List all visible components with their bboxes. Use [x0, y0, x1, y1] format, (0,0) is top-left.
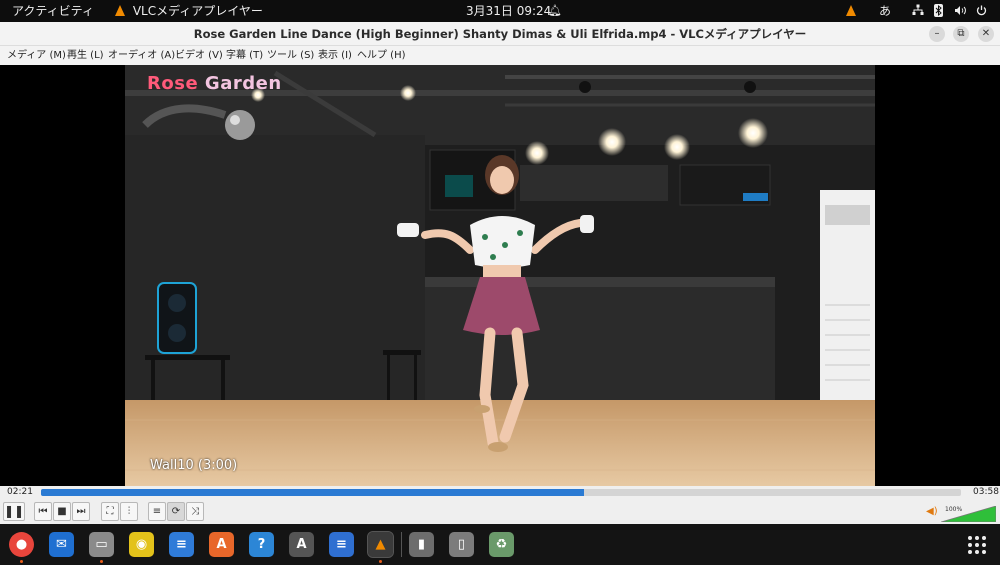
- menu-tools[interactable]: ツール (S): [267, 46, 314, 65]
- input-method-indicator[interactable]: あ: [879, 0, 891, 22]
- chrome-icon[interactable]: ●: [9, 532, 34, 557]
- dock: ● ✉ ▭ ◉ ≡ A? A ≡ ▲ ▮ ▯ ♻: [0, 524, 1000, 565]
- volume-icon[interactable]: [954, 0, 967, 22]
- window-title: Rose Garden Line Dance (High Beginner) S…: [193, 27, 807, 41]
- menu-bar: メディア (M) 再生 (L) オーディオ (A) ビデオ (V) 字幕 (T)…: [0, 46, 1000, 65]
- pause-button[interactable]: ❚❚: [3, 502, 25, 521]
- playback-controls: ❚❚ ⏮︎ ■ ⏭︎ ⛶ ⫶ ≡ ⟳ ⤨ ◀) 100%: [0, 499, 1000, 524]
- menu-help[interactable]: ヘルプ (H): [357, 46, 406, 65]
- top-bar: アクティビティ VLCメディアプレイヤー 3月31日 09:24 🔔︎ あ: [0, 0, 1000, 22]
- video-title-part-rose: Rose: [147, 73, 199, 94]
- usb-drive-icon[interactable]: ▯: [449, 532, 474, 557]
- stop-button[interactable]: ■: [53, 502, 71, 521]
- notification-bell-icon[interactable]: 🔔︎: [548, 0, 562, 22]
- removable-drive-icon[interactable]: ▮: [409, 532, 434, 557]
- video-area[interactable]: Rose Garden Wall10 (3:00): [0, 65, 1000, 486]
- trash-icon[interactable]: ♻: [489, 532, 514, 557]
- bluetooth-icon[interactable]: [934, 0, 943, 22]
- pause-icon: ❚❚: [4, 504, 25, 518]
- video-title-overlay: Rose Garden: [147, 73, 282, 94]
- app-center-icon[interactable]: A: [289, 532, 314, 557]
- help-icon[interactable]: ?: [249, 532, 274, 557]
- extended-settings-button[interactable]: ⫶: [120, 502, 138, 521]
- vlc-icon[interactable]: ▲: [367, 531, 394, 558]
- app-grid-icon: [968, 536, 986, 554]
- libreoffice-writer-icon[interactable]: ≡: [169, 532, 194, 557]
- wall-caption: Wall10 (3:00): [150, 458, 238, 473]
- menu-media[interactable]: メディア (M): [7, 46, 66, 65]
- vlc-icon: [115, 5, 125, 16]
- activities-button[interactable]: アクティビティ: [12, 0, 94, 22]
- shuffle-button[interactable]: ⤨: [186, 502, 204, 521]
- next-button[interactable]: ⏭︎: [72, 502, 90, 521]
- text-editor-icon[interactable]: ≡: [329, 532, 354, 557]
- loop-button[interactable]: ⟳: [167, 502, 185, 521]
- maximize-button[interactable]: ⧉: [953, 26, 969, 42]
- total-time[interactable]: 03:58: [973, 486, 999, 499]
- video-title-part-garden: Garden: [198, 73, 282, 94]
- running-indicator: [379, 560, 382, 563]
- menu-view[interactable]: 表示 (I): [318, 46, 352, 65]
- previous-button[interactable]: ⏮︎: [34, 502, 52, 521]
- shuffle-icon: ⤨: [191, 506, 199, 517]
- video-frame[interactable]: Rose Garden Wall10 (3:00): [125, 65, 875, 486]
- elapsed-time[interactable]: 02:21: [7, 486, 33, 499]
- running-indicator: [100, 560, 103, 563]
- show-apps-button[interactable]: [966, 534, 988, 556]
- network-icon[interactable]: [912, 0, 924, 22]
- vlc-indicator[interactable]: [846, 0, 856, 22]
- window-title-bar[interactable]: Rose Garden Line Dance (High Beginner) S…: [0, 22, 1000, 46]
- software-center-icon[interactable]: A: [209, 532, 234, 557]
- speaker-icon[interactable]: ◀): [926, 506, 938, 517]
- running-indicator: [20, 560, 23, 563]
- loop-icon: ⟳: [171, 506, 181, 517]
- seek-row: 02:21 03:58: [0, 486, 1000, 499]
- menu-video[interactable]: ビデオ (V): [175, 46, 223, 65]
- app-menu[interactable]: VLCメディアプレイヤー: [115, 0, 263, 22]
- minimize-button[interactable]: –: [929, 26, 945, 42]
- clock[interactable]: 3月31日 09:24: [466, 0, 551, 22]
- files-icon[interactable]: ▭: [89, 532, 114, 557]
- menu-audio[interactable]: オーディオ (A): [108, 46, 175, 65]
- fullscreen-icon: ⛶: [106, 506, 114, 517]
- fullscreen-button[interactable]: ⛶: [101, 502, 119, 521]
- menu-playback[interactable]: 再生 (L): [67, 46, 104, 65]
- app-menu-label: VLCメディアプレイヤー: [132, 4, 263, 18]
- equalizer-sliders-icon: ⫶: [127, 506, 131, 517]
- volume-slider[interactable]: [941, 506, 996, 522]
- stop-icon: ■: [57, 506, 67, 517]
- seek-progress: [41, 489, 584, 496]
- rhythmbox-icon[interactable]: ◉: [129, 532, 154, 557]
- thunderbird-icon[interactable]: ✉: [49, 532, 74, 557]
- dance-studio-video-image: [125, 65, 875, 486]
- skip-next-icon: ⏭︎: [76, 506, 86, 517]
- playlist-button[interactable]: ≡: [148, 502, 166, 521]
- dock-separator: [401, 532, 402, 557]
- playlist-icon: ≡: [152, 506, 162, 517]
- skip-previous-icon: ⏮︎: [38, 506, 48, 517]
- power-icon[interactable]: [976, 0, 987, 22]
- vlc-tray-icon: [846, 5, 856, 16]
- seek-slider[interactable]: [41, 489, 961, 496]
- close-button[interactable]: ✕: [978, 26, 994, 42]
- menu-subtitle[interactable]: 字幕 (T): [226, 46, 263, 65]
